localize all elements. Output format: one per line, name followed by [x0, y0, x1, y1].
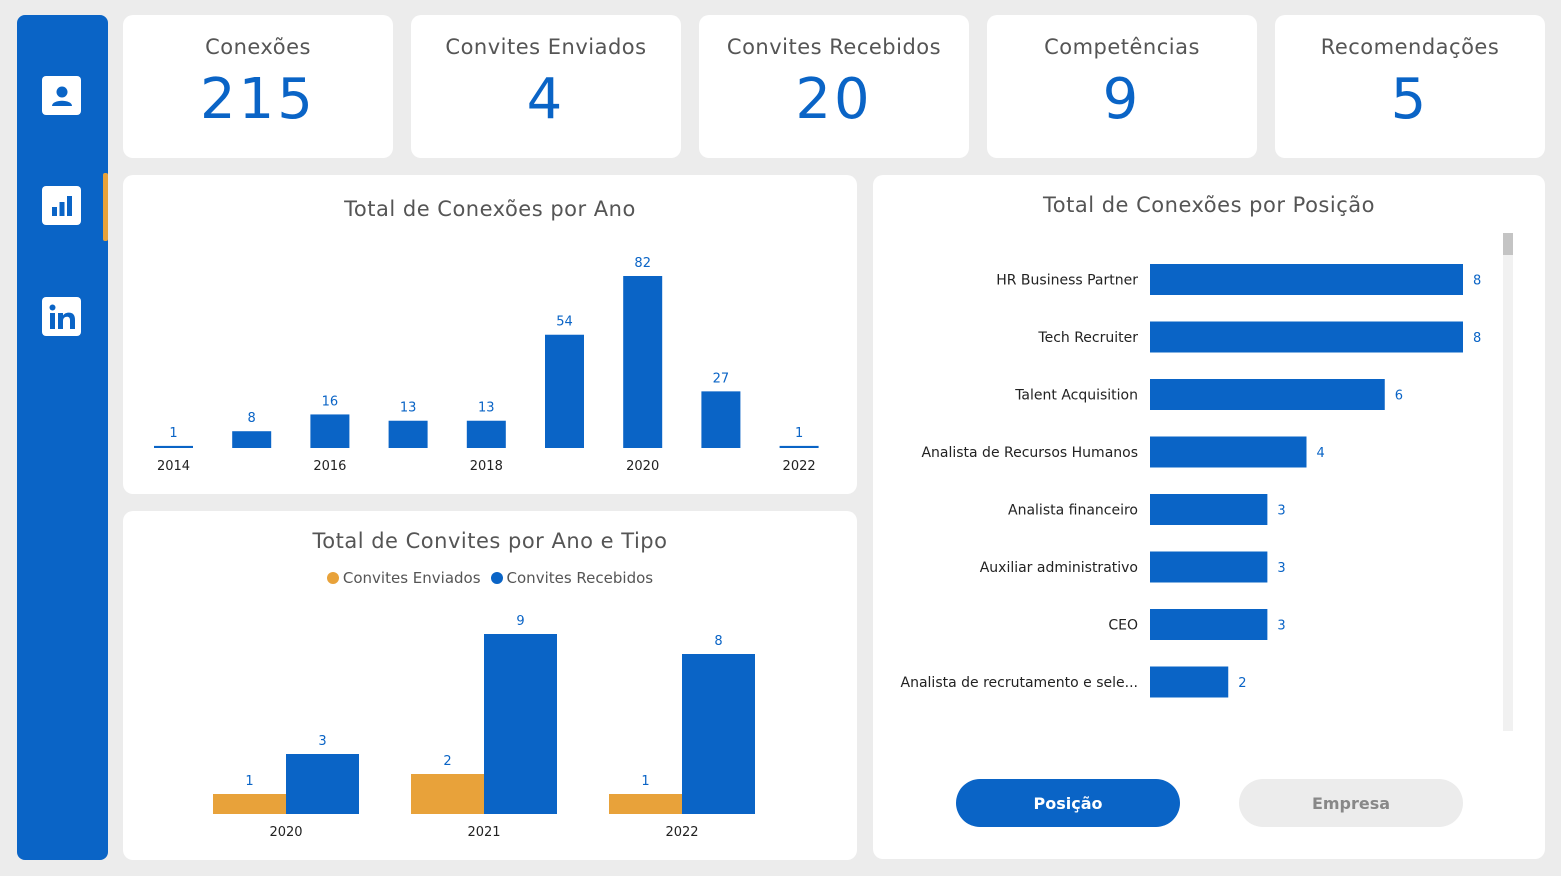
data-label: 3 — [318, 734, 326, 749]
linkedin-icon — [49, 304, 75, 329]
bar — [154, 445, 193, 448]
connections-by-year-panel: Total de Conexões por Ano 1 2014 8 16 2016 13… — [123, 175, 857, 494]
user-icon — [51, 86, 72, 106]
chart-scrollbar[interactable] — [1503, 233, 1513, 731]
x-tick-label: 2022 — [665, 825, 698, 840]
bar — [545, 334, 584, 448]
kpi-card-connections: Conexões 215 — [123, 15, 393, 158]
nav-profile-button[interactable] — [42, 76, 81, 115]
kpi-label: Competências — [1044, 35, 1200, 59]
bar — [623, 276, 663, 448]
data-label: 8 — [248, 411, 256, 426]
invites-by-year-type-panel: Total de Convites por Ano e Tipo Convite… — [123, 511, 857, 860]
bar-chart-icon — [51, 195, 72, 216]
data-label: 9 — [516, 614, 524, 629]
data-label: 54 — [556, 315, 573, 330]
data-label: 1 — [245, 774, 253, 789]
sidebar — [17, 15, 108, 860]
connections-by-position-chart: HR Business Partner 8 Tech Recruiter 8 Talen… — [901, 264, 1481, 698]
position-toggle-button[interactable]: Posição — [956, 779, 1180, 827]
kpi-label: Recomendações — [1320, 35, 1500, 59]
bar — [1150, 666, 1229, 698]
category-label: Tech Recruiter — [1037, 330, 1138, 346]
data-label: 27 — [713, 371, 730, 386]
bar — [1150, 609, 1268, 640]
data-label: 2 — [1238, 676, 1246, 691]
bar — [388, 420, 428, 448]
connections-by-position-panel: Total de Conexões por Posição HR Busines… — [873, 175, 1545, 859]
data-label: 1 — [641, 774, 649, 789]
kpi-card-skills: Competências 9 — [987, 15, 1257, 158]
bar — [310, 414, 350, 448]
data-label: 6 — [1395, 389, 1403, 404]
company-toggle-button[interactable]: Empresa — [1239, 779, 1463, 827]
bar — [1150, 379, 1385, 410]
invites-by-year-type-chart: 1 3 2020 2 9 2021 1 8 2022 — [213, 614, 755, 840]
bar — [1150, 264, 1463, 295]
kpi-value: 20 — [795, 67, 873, 132]
x-tick-label: 2014 — [157, 459, 190, 474]
kpi-label: Convites Recebidos — [726, 35, 942, 59]
x-tick-label: 2021 — [467, 825, 500, 840]
bar — [701, 391, 741, 448]
bar — [779, 445, 819, 448]
bar — [286, 754, 359, 814]
bar — [466, 420, 506, 448]
bar — [1150, 321, 1463, 353]
category-label: Analista de recrutamento e sele... — [901, 675, 1138, 691]
data-label: 3 — [1277, 619, 1285, 634]
bar — [484, 634, 557, 814]
category-label: Analista de Recursos Humanos — [921, 445, 1138, 461]
data-label: 1 — [795, 426, 803, 441]
kpi-label: Conexões — [205, 35, 311, 59]
data-label: 82 — [634, 256, 651, 271]
nav-dashboard-button[interactable] — [42, 186, 81, 225]
x-tick-label: 2020 — [269, 825, 302, 840]
bar — [213, 794, 286, 814]
x-tick-label: 2018 — [470, 459, 503, 474]
data-label: 4 — [1317, 446, 1325, 461]
bar — [232, 431, 272, 448]
bar — [411, 774, 484, 814]
data-label: 8 — [1473, 331, 1481, 346]
kpi-value: 9 — [1102, 67, 1142, 132]
category-label: Talent Acquisition — [1014, 388, 1138, 404]
data-label: 1 — [169, 426, 177, 441]
bar — [1150, 494, 1268, 525]
category-label: CEO — [1108, 618, 1138, 634]
category-label: Analista financeiro — [1008, 503, 1138, 519]
category-label: Auxiliar administrativo — [980, 560, 1138, 576]
data-label: 3 — [1277, 561, 1285, 576]
data-label: 8 — [1473, 274, 1481, 289]
kpi-value: 4 — [526, 67, 566, 132]
scrollbar-thumb[interactable] — [1503, 233, 1513, 255]
data-label: 13 — [478, 401, 495, 416]
kpi-value: 215 — [200, 67, 316, 132]
data-label: 2 — [443, 754, 451, 769]
bar — [1150, 436, 1307, 468]
data-label: 8 — [714, 634, 722, 649]
kpi-value: 5 — [1390, 67, 1430, 132]
kpi-card-invites-received: Convites Recebidos 20 — [699, 15, 969, 158]
active-nav-indicator — [103, 173, 108, 241]
bar — [682, 654, 755, 814]
kpi-card-recommendations: Recomendações 5 — [1275, 15, 1545, 158]
data-label: 13 — [400, 401, 417, 416]
data-label: 16 — [322, 394, 339, 409]
bar — [1150, 551, 1268, 583]
connections-by-year-chart: 1 2014 8 16 2016 13 13 2018 54 82 2020 27 1 2022 — [154, 256, 819, 474]
bar — [609, 794, 682, 814]
nav-linkedin-button[interactable] — [42, 297, 81, 336]
kpi-label: Convites Enviados — [445, 35, 647, 59]
data-label: 3 — [1277, 504, 1285, 519]
x-tick-label: 2016 — [313, 459, 346, 474]
x-tick-label: 2022 — [783, 459, 816, 474]
x-tick-label: 2020 — [626, 459, 659, 474]
category-label: HR Business Partner — [996, 273, 1138, 289]
kpi-card-invites-sent: Convites Enviados 4 — [411, 15, 681, 158]
